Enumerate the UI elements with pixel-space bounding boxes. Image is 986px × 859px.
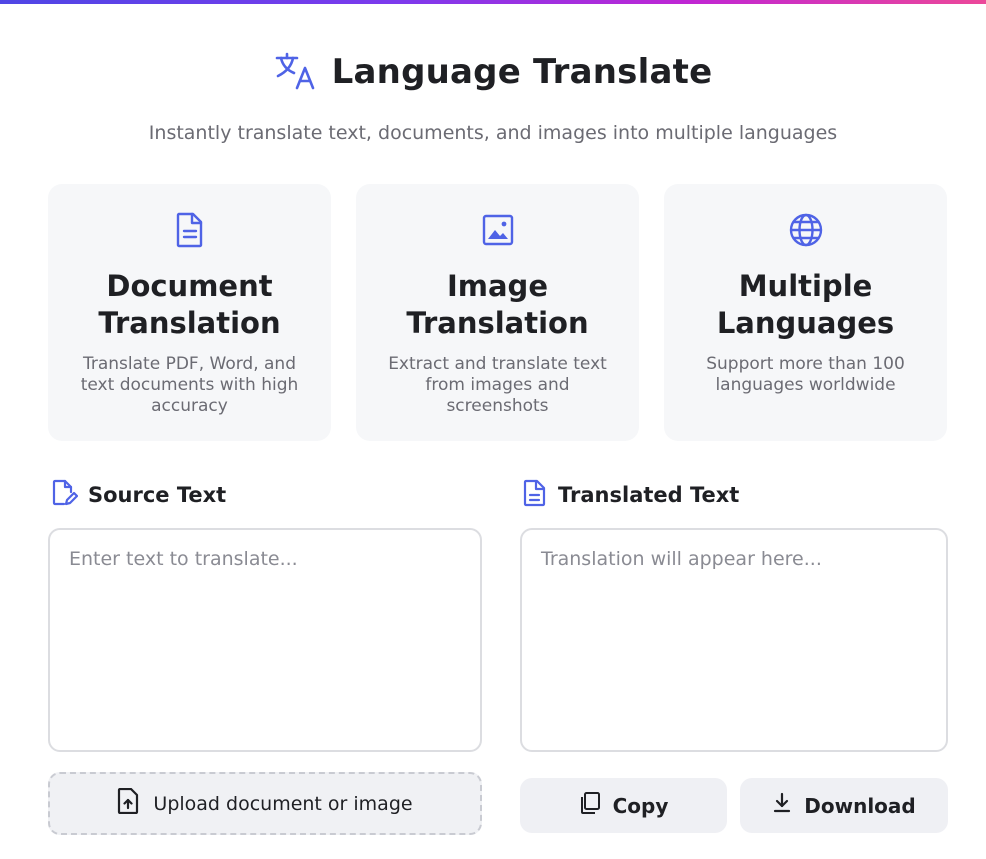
download-icon [772,792,792,819]
upload-label: Upload document or image [153,792,413,815]
feature-card-image: Image Translation Extract and translate … [356,184,639,441]
feature-description: Extract and translate text from images a… [388,354,607,416]
source-text-input[interactable]: Enter text to translate... [48,528,482,752]
feature-card-languages: Multiple Languages Support more than 100… [664,184,947,441]
document-icon [48,210,331,250]
translated-text-output[interactable]: Translation will appear here... [520,528,948,752]
copy-icon [579,791,601,820]
feature-title: Document Translation [98,269,281,340]
translated-placeholder: Translation will appear here... [541,548,822,570]
page-title: Language Translate [331,52,713,92]
source-text-label: Source Text [88,483,227,507]
download-label: Download [804,793,916,818]
feature-title: Image Translation [406,269,589,340]
feature-description: Translate PDF, Word, and text documents … [80,354,299,416]
file-upload-icon [117,787,139,819]
source-placeholder: Enter text to translate... [69,548,298,570]
top-accent-bar [0,0,986,4]
copy-button[interactable]: Copy [520,778,727,833]
copy-label: Copy [612,793,669,818]
upload-button[interactable]: Upload document or image [48,772,482,835]
translated-text-label: Translated Text [558,483,740,507]
app-header: Language Translate [0,48,986,96]
translated-text-heading: Translated Text [522,478,739,512]
source-text-heading: Source Text [50,478,226,512]
download-button[interactable]: Download [740,778,948,833]
feature-card-document: Document Translation Translate PDF, Word… [48,184,331,441]
page-subtitle: Instantly translate text, documents, and… [148,122,838,144]
feature-title: Multiple Languages [716,269,895,340]
edit-document-icon [50,479,79,511]
translate-icon [274,50,318,94]
feature-description: Support more than 100 languages worldwid… [706,354,905,395]
globe-icon [664,210,947,250]
image-icon [356,210,639,250]
document-icon [522,479,548,511]
